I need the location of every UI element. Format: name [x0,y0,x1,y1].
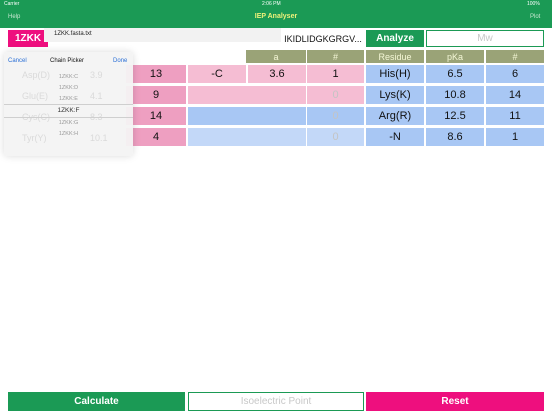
left-header-pka: a [246,50,306,63]
picker-option[interactable]: 1ZKK:C [4,74,133,80]
count-n-term[interactable]: 1 [486,128,544,146]
acid-count[interactable]: 4 [126,128,186,146]
c-term-count[interactable]: 1 [307,65,364,83]
mw-field[interactable]: Mw [426,30,544,47]
app-title: IEP Analyser [254,13,298,20]
picker-done-button[interactable]: Done [113,58,127,64]
chain-picker: Cancel Chain Picker Done Asp(D) 3.9 Glu(… [4,52,133,156]
isoelectric-point-field[interactable]: Isoelectric Point [188,392,364,411]
acid-count[interactable]: 9 [126,86,186,104]
right-header-count: # [486,50,544,63]
count-his[interactable]: 6 [486,65,544,83]
residue-lys: Lys(K) [366,86,424,104]
nav-bar: Help IEP Analyser Plot [0,8,552,28]
selection-line-bottom [4,117,133,118]
count-lys[interactable]: 14 [486,86,544,104]
picker-option[interactable]: 1ZKK:D [4,85,133,91]
c-term-pka: 3.6 [248,65,306,83]
calculate-button[interactable]: Calculate [8,392,185,411]
count-arg[interactable]: 11 [486,107,544,125]
picker-option[interactable]: 1ZKK:E [4,96,133,102]
left-header-count: # [307,50,364,63]
picker-cancel-button[interactable]: Cancel [8,58,27,64]
pka-arg: 12.5 [426,107,484,125]
acid-count[interactable]: 13 [126,65,186,83]
file-name-bar: 1ZKK.fasta.txt [44,28,281,42]
row-count[interactable]: 0 [307,107,364,125]
right-header-residue: Residue [366,50,424,63]
picker-header: Cancel Chain Picker Done [4,52,133,70]
pka-n-term: 8.6 [426,128,484,146]
reset-button[interactable]: Reset [366,392,544,411]
empty-cell [188,107,306,125]
pka-his: 6.5 [426,65,484,83]
clock: 2:06 PM [262,1,281,7]
plot-button[interactable]: Plot [530,14,540,20]
analyze-button[interactable]: Analyze [366,30,424,47]
pdb-button[interactable]: 1ZKK [8,30,48,47]
status-bar: Carrier 2:06 PM 100% [0,0,552,8]
c-term-residue: -C [188,65,246,83]
row-count[interactable]: 0 [307,128,364,146]
row-count[interactable]: 0 [307,86,364,104]
right-header-pka: pKa [426,50,484,63]
sequence-field: IKIDLIDGKGRGV... [281,30,365,47]
residue-arg: Arg(R) [366,107,424,125]
empty-cell [188,86,306,104]
residue-his: His(H) [366,65,424,83]
empty-cell [188,128,306,146]
selection-line-top [4,104,133,105]
carrier-label: Carrier [4,1,20,7]
residue-n-term: -N [366,128,424,146]
picker-option-selected[interactable]: 1ZKK:F [4,107,133,114]
acid-count[interactable]: 14 [126,107,186,125]
picker-title: Chain Picker [50,58,85,64]
picker-option[interactable]: 1ZKK:H [4,131,133,137]
pka-lys: 10.8 [426,86,484,104]
picker-option[interactable]: 1ZKK:G [4,120,133,126]
battery-label: 100% [527,1,540,7]
file-name: 1ZKK.fasta.txt [54,31,92,37]
